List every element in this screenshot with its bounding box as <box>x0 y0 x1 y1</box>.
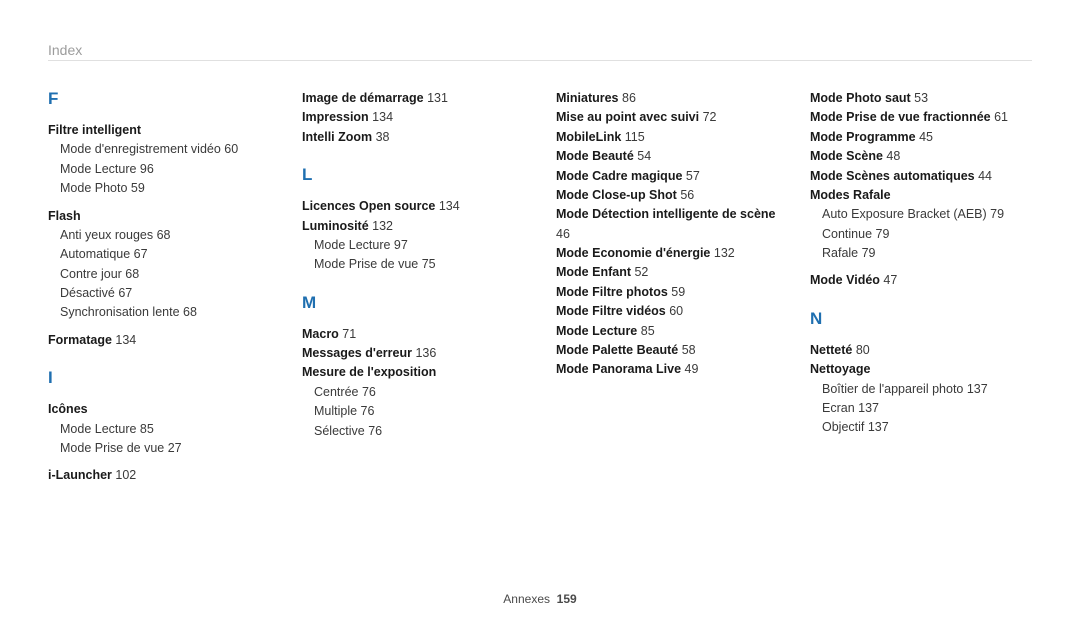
index-subentry: Rafale 79 <box>810 244 1032 263</box>
page-footer: Annexes 159 <box>0 592 1080 606</box>
index-subentry: Mode Prise de vue 75 <box>302 255 524 274</box>
index-letter: F <box>48 89 270 109</box>
index-columns: F Filtre intelligentMode d'enregistrement… <box>48 89 1032 494</box>
index-entry: Nettoyage <box>810 360 1032 379</box>
footer-label: Annexes <box>503 592 550 606</box>
index-entry: Miniatures 86 <box>556 89 778 108</box>
index-entry: Mode Prise de vue fractionnée 61 <box>810 108 1032 127</box>
index-entry: Intelli Zoom 38 <box>302 128 524 147</box>
index-entry: Mise au point avec suivi 72 <box>556 108 778 127</box>
index-subentry: Mode d'enregistrement vidéo 60 <box>48 140 270 159</box>
index-entry: Mode Scènes automatiques 44 <box>810 167 1032 186</box>
index-entry: Mode Détection intelligente de scène 46 <box>556 205 778 244</box>
index-letter: M <box>302 293 524 313</box>
page-header: Index <box>48 42 1032 58</box>
column-2: Image de démarrage 131Impression 134Inte… <box>302 89 524 494</box>
index-entry: Macro 71 <box>302 325 524 344</box>
index-subentry: Boîtier de l'appareil photo 137 <box>810 380 1032 399</box>
index-entry: Mode Palette Beauté 58 <box>556 341 778 360</box>
index-subentry: Continue 79 <box>810 225 1032 244</box>
index-entry: Mode Economie d'énergie 132 <box>556 244 778 263</box>
index-subentry: Mode Photo 59 <box>48 179 270 198</box>
index-entry: i-Launcher 102 <box>48 466 270 485</box>
index-subentry: Anti yeux rouges 68 <box>48 226 270 245</box>
index-entry: Netteté 80 <box>810 341 1032 360</box>
index-entry: Mode Filtre photos 59 <box>556 283 778 302</box>
index-entry: Mesure de l'exposition <box>302 363 524 382</box>
index-letter: I <box>48 368 270 388</box>
index-entry: Mode Scène 48 <box>810 147 1032 166</box>
index-entry: Mode Vidéo 47 <box>810 271 1032 290</box>
index-subentry: Mode Prise de vue 27 <box>48 439 270 458</box>
index-entry: Mode Photo saut 53 <box>810 89 1032 108</box>
index-entry: Modes Rafale <box>810 186 1032 205</box>
column-3: Miniatures 86Mise au point avec suivi 72… <box>556 89 778 494</box>
index-entry: Flash <box>48 207 270 226</box>
index-subentry: Mode Lecture 97 <box>302 236 524 255</box>
footer-page-number: 159 <box>557 592 577 606</box>
index-subentry: Désactivé 67 <box>48 284 270 303</box>
index-subentry: Sélective 76 <box>302 422 524 441</box>
index-letter: N <box>810 309 1032 329</box>
index-entry: Mode Beauté 54 <box>556 147 778 166</box>
index-entry: Mode Enfant 52 <box>556 263 778 282</box>
column-1: F Filtre intelligentMode d'enregistrement… <box>48 89 270 494</box>
index-entry: Messages d'erreur 136 <box>302 344 524 363</box>
index-subentry: Contre jour 68 <box>48 265 270 284</box>
index-entry: Formatage 134 <box>48 331 270 350</box>
divider-line <box>48 60 1032 61</box>
index-entry: Icônes <box>48 400 270 419</box>
index-entry: Mode Close-up Shot 56 <box>556 186 778 205</box>
column-4: Mode Photo saut 53Mode Prise de vue frac… <box>810 89 1032 494</box>
index-entry: Impression 134 <box>302 108 524 127</box>
index-subentry: Ecran 137 <box>810 399 1032 418</box>
index-entry: Mode Filtre vidéos 60 <box>556 302 778 321</box>
index-subentry: Automatique 67 <box>48 245 270 264</box>
index-subentry: Mode Lecture 96 <box>48 160 270 179</box>
index-entry: Mode Cadre magique 57 <box>556 167 778 186</box>
index-entry: Mode Programme 45 <box>810 128 1032 147</box>
index-subentry: Multiple 76 <box>302 402 524 421</box>
index-letter: L <box>302 165 524 185</box>
index-subentry: Auto Exposure Bracket (AEB) 79 <box>810 205 1032 224</box>
index-entry: Mode Lecture 85 <box>556 322 778 341</box>
index-subentry: Synchronisation lente 68 <box>48 303 270 322</box>
index-entry: MobileLink 115 <box>556 128 778 147</box>
index-entry: Mode Panorama Live 49 <box>556 360 778 379</box>
index-subentry: Objectif 137 <box>810 418 1032 437</box>
index-entry: Licences Open source 134 <box>302 197 524 216</box>
index-entry: Filtre intelligent <box>48 121 270 140</box>
index-subentry: Mode Lecture 85 <box>48 420 270 439</box>
index-subentry: Centrée 76 <box>302 383 524 402</box>
index-entry: Luminosité 132 <box>302 217 524 236</box>
index-entry: Image de démarrage 131 <box>302 89 524 108</box>
